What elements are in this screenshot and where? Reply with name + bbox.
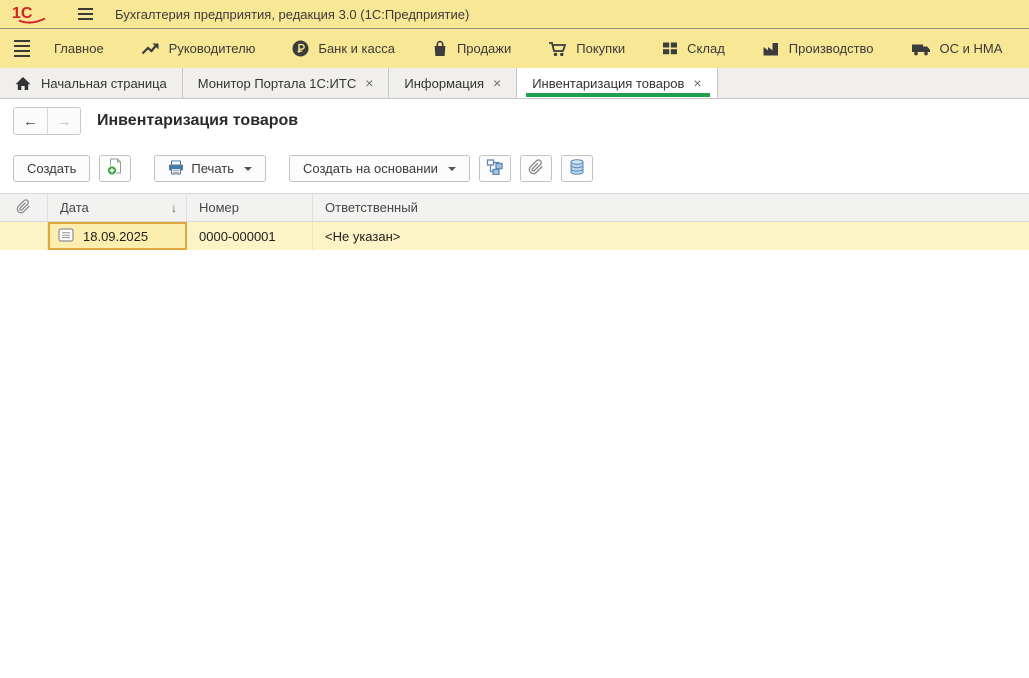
trend-icon — [141, 42, 160, 56]
section-bank-i-kassa[interactable]: Банк и касса — [292, 40, 395, 57]
tab-label: Начальная страница — [41, 76, 167, 91]
table-row[interactable]: 18.09.2025 0000-000001 <Не указан> — [0, 222, 1029, 250]
tab-label: Информация — [404, 76, 484, 91]
list-toolbar: Создать Печать — [13, 155, 1029, 182]
section-sklad[interactable]: Склад — [662, 41, 725, 56]
section-label: ОС и НМА — [940, 41, 1003, 56]
truck-icon — [911, 42, 931, 56]
related-documents-button[interactable] — [479, 155, 511, 182]
factory-icon — [762, 41, 780, 56]
print-button-label: Печать — [191, 161, 234, 176]
history-nav: ← → — [13, 107, 81, 135]
dropdown-caret-icon — [448, 167, 456, 171]
create-based-on-button[interactable]: Создать на основании — [289, 155, 470, 182]
documents-table: Дата ↓ Номер Ответственный 18.09.2025 — [0, 193, 1029, 250]
table-header: Дата ↓ Номер Ответственный — [0, 193, 1029, 222]
row-attachments-cell[interactable] — [0, 222, 48, 250]
row-number-value: 0000-000001 — [199, 229, 276, 244]
1c-logo-text: 1С — [12, 5, 33, 22]
main-menu-icon[interactable] — [14, 40, 30, 57]
create-button[interactable]: Создать — [13, 155, 90, 182]
sections-panel: Главное Руководителю Банк и касса Продаж… — [0, 29, 1029, 68]
create-based-on-label: Создать на основании — [303, 161, 438, 176]
create-button-label: Создать — [27, 161, 76, 176]
create-by-copy-button[interactable] — [99, 155, 131, 182]
header-responsible-label: Ответственный — [325, 200, 418, 215]
section-label: Склад — [687, 41, 725, 56]
row-date-cell-selected[interactable]: 18.09.2025 — [48, 222, 187, 250]
tab-inventarizaciya-tovarov[interactable]: Инвентаризация товаров × — [517, 68, 717, 98]
section-os-i-nma[interactable]: ОС и НМА — [911, 41, 1003, 56]
row-responsible-value: <Не указан> — [325, 229, 400, 244]
tab-label: Инвентаризация товаров — [532, 76, 684, 91]
section-label: Покупки — [576, 41, 625, 56]
header-date-column[interactable]: Дата ↓ — [48, 194, 187, 221]
navigation-row: ← → Инвентаризация товаров — [13, 107, 1029, 135]
section-prodazhi[interactable]: Продажи — [432, 40, 511, 57]
1c-logo: 1С — [10, 3, 50, 25]
document-icon — [58, 228, 74, 245]
header-attachments-column[interactable] — [0, 194, 48, 221]
database-icon — [570, 159, 584, 178]
row-date-value: 18.09.2025 — [83, 229, 148, 244]
section-pokupki[interactable]: Покупки — [548, 41, 625, 57]
section-proizvodstvo[interactable]: Производство — [762, 41, 874, 56]
tab-monitor-portala[interactable]: Монитор Портала 1С:ИТС × — [183, 68, 390, 98]
window-title-bar: 1С Бухгалтерия предприятия, редакция 3.0… — [0, 0, 1029, 29]
window-menu-icon[interactable] — [78, 8, 93, 20]
section-glavnoe[interactable]: Главное — [54, 41, 104, 56]
section-label: Продажи — [457, 41, 511, 56]
back-button[interactable]: ← — [14, 108, 47, 134]
home-icon — [15, 76, 31, 91]
copy-document-icon — [106, 158, 124, 179]
close-icon[interactable]: × — [365, 76, 373, 90]
header-number-label: Номер — [199, 200, 239, 215]
dropdown-caret-icon — [244, 167, 252, 171]
forward-button[interactable]: → — [47, 108, 80, 134]
section-label: Производство — [789, 41, 874, 56]
ruble-icon — [292, 40, 309, 57]
register-records-button[interactable] — [561, 155, 593, 182]
grid-icon — [662, 41, 678, 56]
tab-informaciya[interactable]: Информация × — [389, 68, 517, 98]
cart-icon — [548, 41, 567, 57]
section-rukovoditelyu[interactable]: Руководителю — [141, 41, 256, 56]
section-label: Руководителю — [169, 41, 256, 56]
tab-home[interactable]: Начальная страница — [0, 68, 183, 98]
open-windows-tabs: Начальная страница Монитор Портала 1С:ИТ… — [0, 68, 1029, 99]
row-number-cell[interactable]: 0000-000001 — [187, 222, 313, 250]
section-label: Главное — [54, 41, 104, 56]
close-icon[interactable]: × — [493, 76, 501, 90]
page-title: Инвентаризация товаров — [97, 112, 298, 130]
row-responsible-cell[interactable]: <Не указан> — [313, 222, 1029, 250]
structure-icon — [486, 159, 503, 178]
header-responsible-column[interactable]: Ответственный — [313, 194, 1029, 221]
window-title: Бухгалтерия предприятия, редакция 3.0 (1… — [115, 7, 469, 22]
paperclip-icon — [528, 159, 544, 178]
printer-icon — [168, 160, 184, 178]
paperclip-icon — [16, 199, 31, 217]
document-list-page: ← → Инвентаризация товаров Создать — [0, 107, 1029, 250]
attachments-button[interactable] — [520, 155, 552, 182]
close-icon[interactable]: × — [693, 76, 701, 90]
print-button[interactable]: Печать — [154, 155, 266, 182]
sort-descending-icon: ↓ — [171, 201, 177, 215]
tab-label: Монитор Портала 1С:ИТС — [198, 76, 356, 91]
bag-icon — [432, 40, 448, 57]
section-label: Банк и касса — [318, 41, 395, 56]
header-number-column[interactable]: Номер — [187, 194, 313, 221]
header-date-label: Дата — [60, 200, 89, 215]
